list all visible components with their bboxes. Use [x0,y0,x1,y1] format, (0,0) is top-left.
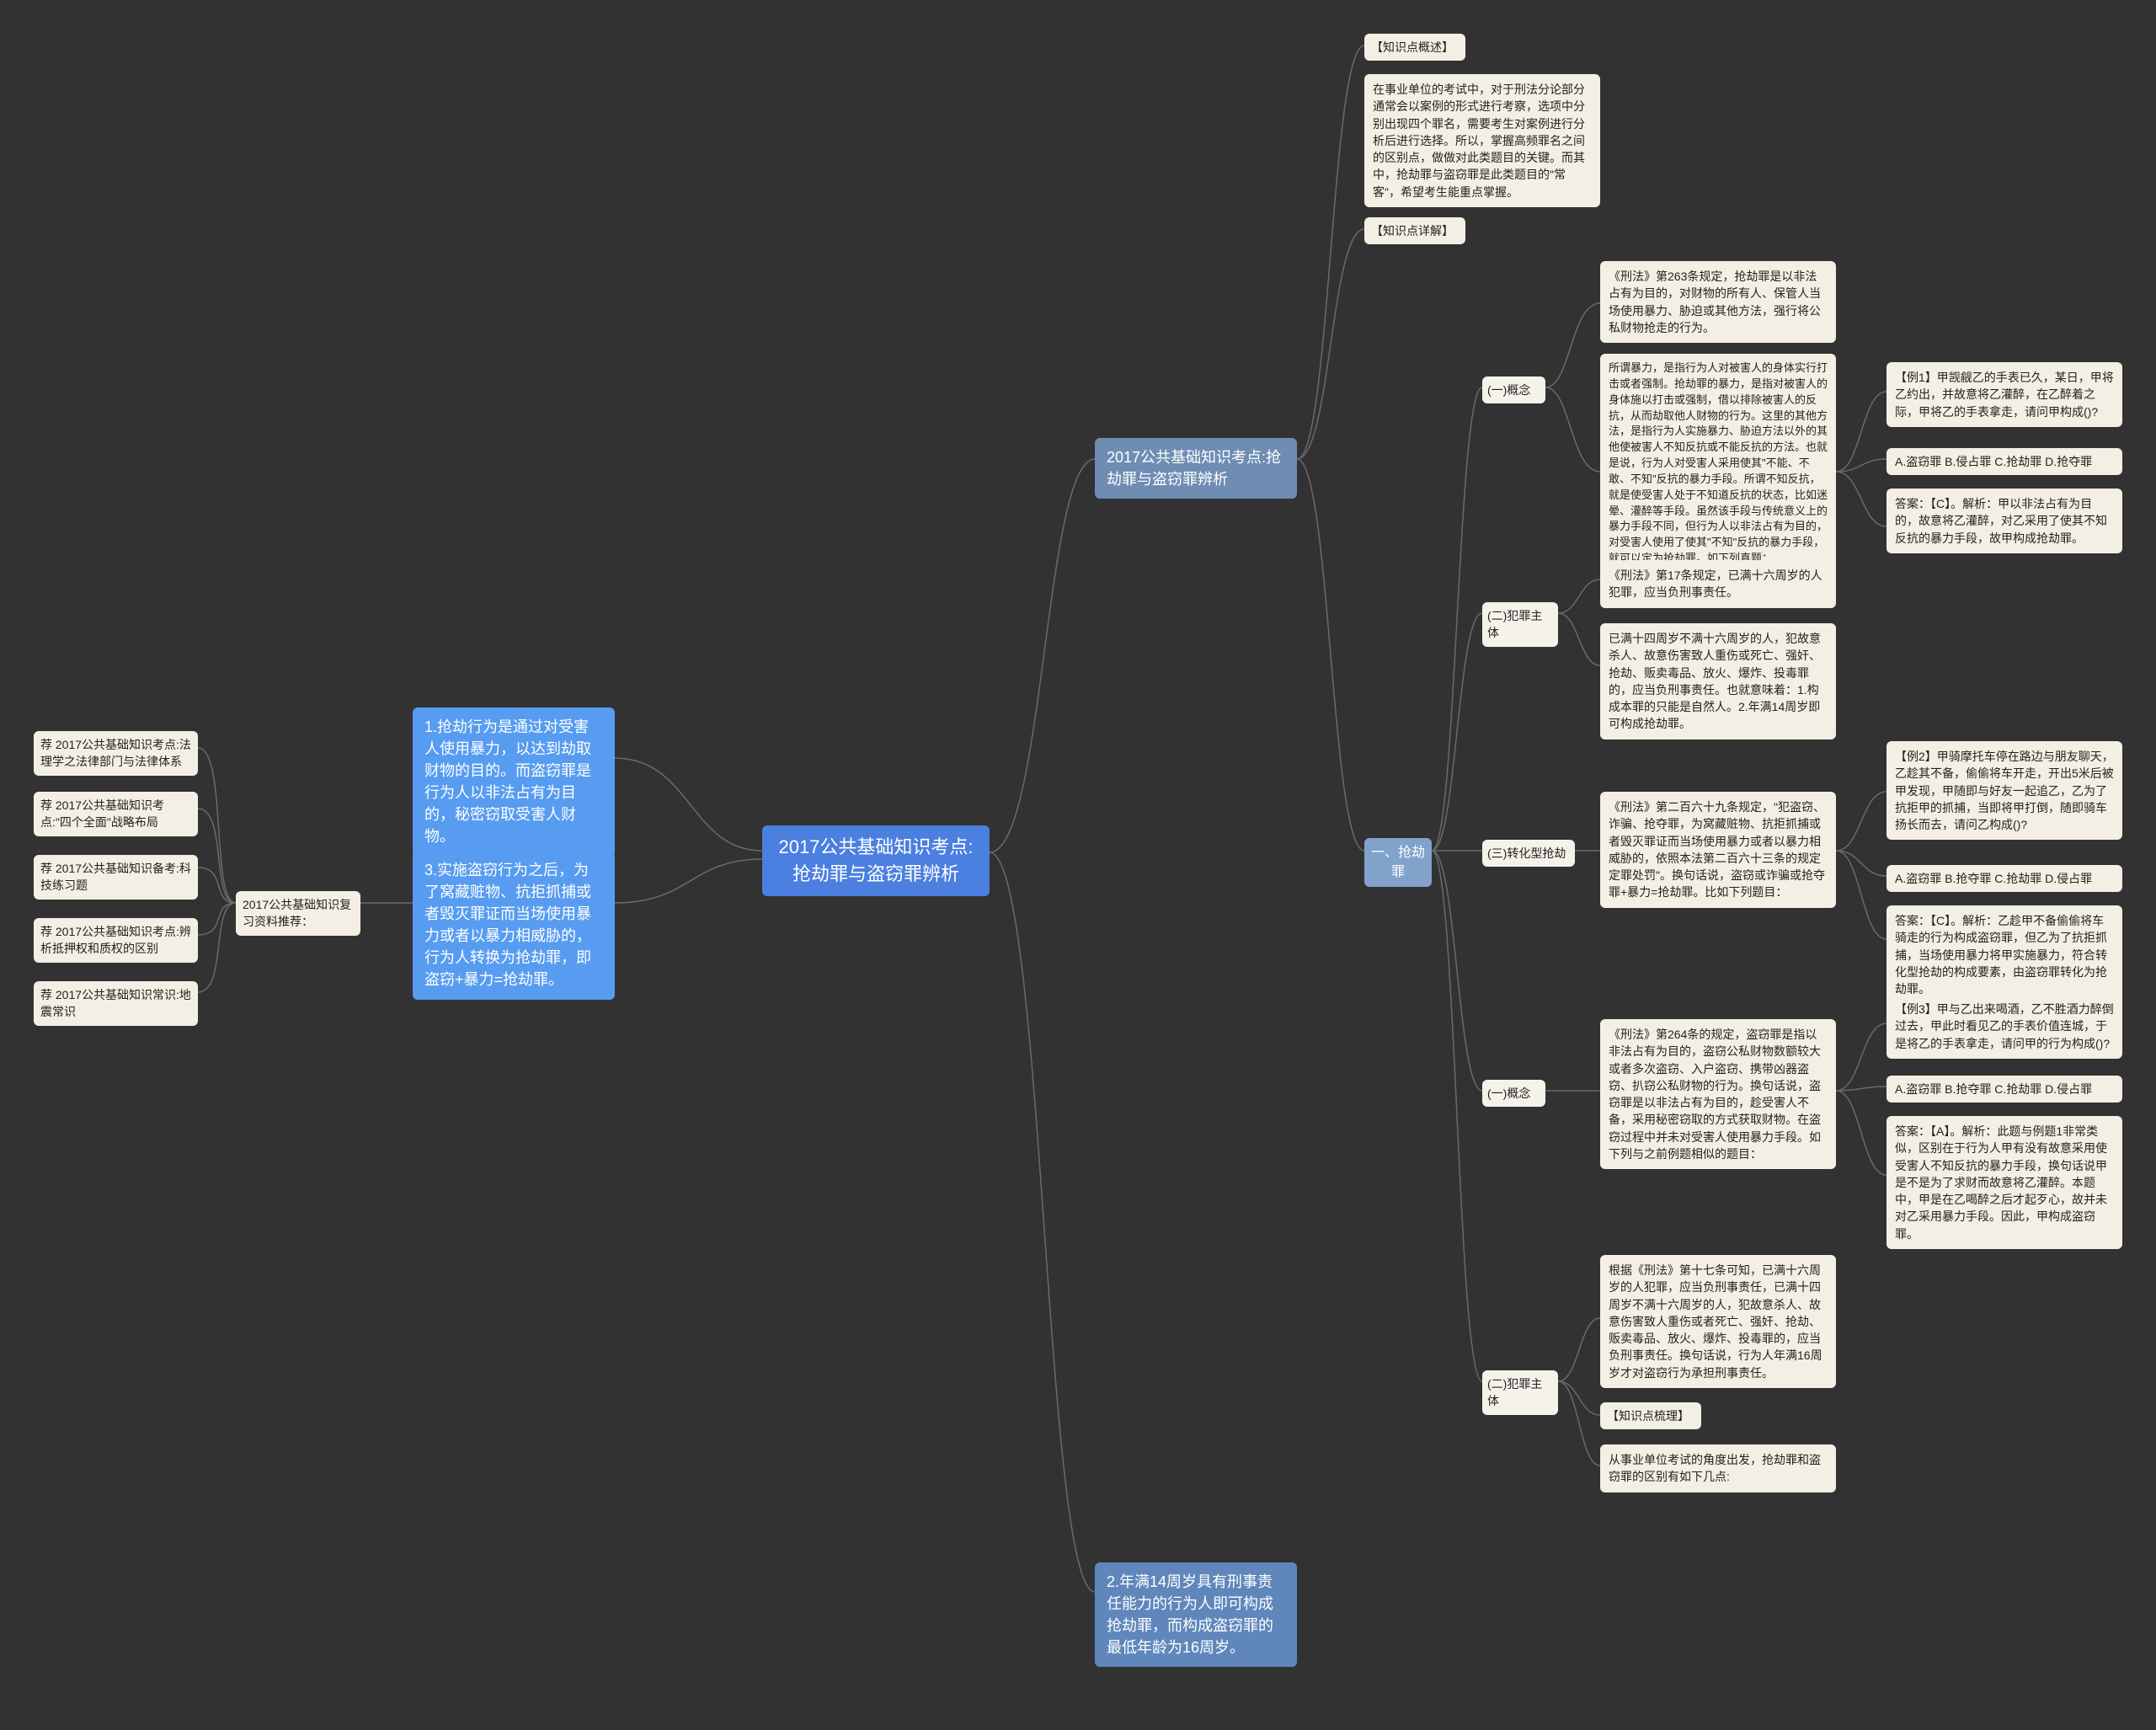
sec2-b-tidy-body[interactable]: 从事业单位考试的角度出发，抢劫罪和盗窃罪的区别有如下几点: [1600,1444,1836,1492]
kp-overview-tag[interactable]: 【知识点概述】 [1364,34,1465,61]
kp-detail-tag[interactable]: 【知识点详解】 [1364,217,1465,244]
sec1-c-ans[interactable]: 答案：【C】。解析：乙趁甲不备偷偷将车骑走的行为构成盗窃罪，但乙为了抗拒抓捕，当… [1886,905,2122,1004]
left-point-3-text: 3.实施盗窃行为之后，为了窝藏赃物、抗拒抓捕或者毁灭罪证而当场使用暴力或者以暴力… [424,862,591,988]
sec2-a-law[interactable]: 《刑法》第264条的规定，盗窃罪是指以非法占有为目的，盗窃公私财物数额较大或者多… [1600,1019,1836,1169]
sec1-c-opts[interactable]: A.盗窃罪 B.抢夺罪 C.抢劫罪 D.侵占罪 [1886,865,2122,892]
sec1-c-law[interactable]: 《刑法》第二百六十九条规定，"犯盗窃、诈骗、抢夺罪，为窝藏赃物、抗拒抓捕或者毁灭… [1600,792,1836,908]
left-point-3[interactable]: 3.实施盗窃行为之后，为了窝藏赃物、抗拒抓捕或者毁灭罪证而当场使用暴力或者以暴力… [413,851,615,1000]
sec1-a-ex1[interactable]: 【例1】甲觊觎乙的手表已久，某日，甲将乙约出，并故意将乙灌醉，在乙醉着之际，甲将… [1886,362,2122,427]
right-point-2-text: 2.年满14周岁具有刑事责任能力的行为人即可构成抢劫罪，而构成盗窃罪的最低年龄为… [1107,1573,1273,1656]
sec1-a-label[interactable]: (一)概念 [1482,376,1545,403]
sec2-a-opts[interactable]: A.盗窃罪 B.抢夺罪 C.抢劫罪 D.侵占罪 [1886,1076,2122,1103]
sec1-b-law[interactable]: 《刑法》第17条规定，已满十六周岁的人犯罪，应当负刑事责任。 [1600,560,1836,608]
sec2-b-label[interactable]: (二)犯罪主体 [1482,1370,1558,1415]
sec1-c-label[interactable]: (三)转化型抢劫 [1482,840,1575,867]
resource-item-0[interactable]: 荐 2017公共基础知识考点:法理学之法律部门与法律体系 [34,731,198,776]
right-point-2[interactable]: 2.年满14周岁具有刑事责任能力的行为人即可构成抢劫罪，而构成盗窃罪的最低年龄为… [1095,1562,1297,1667]
right-title-text: 2017公共基础知识考点:抢劫罪与盗窃罪辨析 [1107,449,1281,488]
sec1-label[interactable]: 一、抢劫罪 [1364,838,1432,887]
left-point-1-text: 1.抢劫行为是通过对受害人使用暴力，以达到劫取财物的目的。而盗窃罪是行为人以非法… [424,718,591,845]
sec2-b-law[interactable]: 根据《刑法》第十七条可知，已满十六周岁的人犯罪，应当负刑事责任，已满十四周岁不满… [1600,1255,1836,1388]
sec1-a-opts[interactable]: A.盗窃罪 B.侵占罪 C.抢劫罪 D.抢夺罪 [1886,448,2122,475]
sec1-c-ex2[interactable]: 【例2】甲骑摩托车停在路边与朋友聊天，乙趁其不备，偷偷将车开走，开出5米后被甲发… [1886,741,2122,840]
resource-item-3[interactable]: 荐 2017公共基础知识考点:辨析抵押权和质权的区别 [34,918,198,963]
sec2-a-ans[interactable]: 答案：【A】。解析：此题与例题1非常类似，区别在于行为人甲有没有故意采用使受害人… [1886,1116,2122,1249]
resource-item-4[interactable]: 荐 2017公共基础知识常识:地震常识 [34,981,198,1026]
sec2-a-label[interactable]: (一)概念 [1482,1080,1545,1107]
right-title-node[interactable]: 2017公共基础知识考点:抢劫罪与盗窃罪辨析 [1095,438,1297,499]
sec1-b-body[interactable]: 已满十四周岁不满十六周岁的人，犯故意杀人、故意伤害致人重伤或死亡、强奸、抢劫、贩… [1600,623,1836,740]
sec2-b-tidy-tag[interactable]: 【知识点梳理】 [1600,1402,1701,1429]
left-point-1[interactable]: 1.抢劫行为是通过对受害人使用暴力，以达到劫取财物的目的。而盗窃罪是行为人以非法… [413,707,615,857]
root-node[interactable]: 2017公共基础知识考点:抢劫罪与盗窃罪辨析 [762,825,990,896]
root-title: 2017公共基础知识考点:抢劫罪与盗窃罪辨析 [778,836,973,884]
sec2-a-ex3[interactable]: 【例3】甲与乙出来喝酒，乙不胜酒力醉倒过去，甲此时看见乙的手表价值连城，于是将乙… [1886,994,2122,1059]
kp-overview-body[interactable]: 在事业单位的考试中，对于刑法分论部分通常会以案例的形式进行考察，选项中分别出现四… [1364,74,1600,207]
resources-label-text: 2017公共基础知识复习资料推荐： [243,898,351,928]
sec1-a-law[interactable]: 《刑法》第263条规定，抢劫罪是以非法占有为目的，对财物的所有人、保管人当场使用… [1600,261,1836,343]
resources-label[interactable]: 2017公共基础知识复习资料推荐： [236,891,360,936]
resource-item-1[interactable]: 荐 2017公共基础知识考点:"四个全面"战略布局 [34,792,198,836]
resource-item-2[interactable]: 荐 2017公共基础知识备考:科技练习题 [34,855,198,900]
sec1-b-label[interactable]: (二)犯罪主体 [1482,602,1558,647]
sec1-a-body[interactable]: 所谓暴力，是指行为人对被害人的身体实行打击或者强制。抢劫罪的暴力，是指对被害人的… [1600,354,1836,574]
sec1-a-ans[interactable]: 答案：【C】。解析：甲以非法占有为目的，故意将乙灌醉，对乙采用了使其不知反抗的暴… [1886,489,2122,553]
